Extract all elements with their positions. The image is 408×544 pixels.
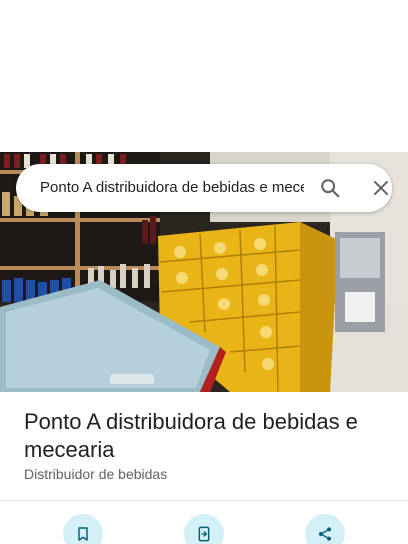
search-bar[interactable]: Ponto A distribuidora de bebidas e mecea… xyxy=(16,164,392,212)
clear-search-button[interactable] xyxy=(363,170,399,206)
save-button[interactable] xyxy=(63,514,103,544)
share-button[interactable] xyxy=(305,514,345,544)
search-input[interactable]: Ponto A distribuidora de bebidas e mecea… xyxy=(40,164,304,212)
bookmark-icon xyxy=(78,527,88,541)
place-category: Distribuidor de bebidas xyxy=(24,466,168,482)
divider xyxy=(0,500,408,501)
place-title: Ponto A distribuidora de bebidas e mecea… xyxy=(24,409,358,462)
send-to-phone-icon xyxy=(198,526,210,542)
close-icon xyxy=(374,181,388,195)
search-icon xyxy=(321,179,340,198)
send-to-phone-button[interactable] xyxy=(184,514,224,544)
search-button[interactable] xyxy=(312,170,348,206)
share-icon xyxy=(319,527,331,541)
